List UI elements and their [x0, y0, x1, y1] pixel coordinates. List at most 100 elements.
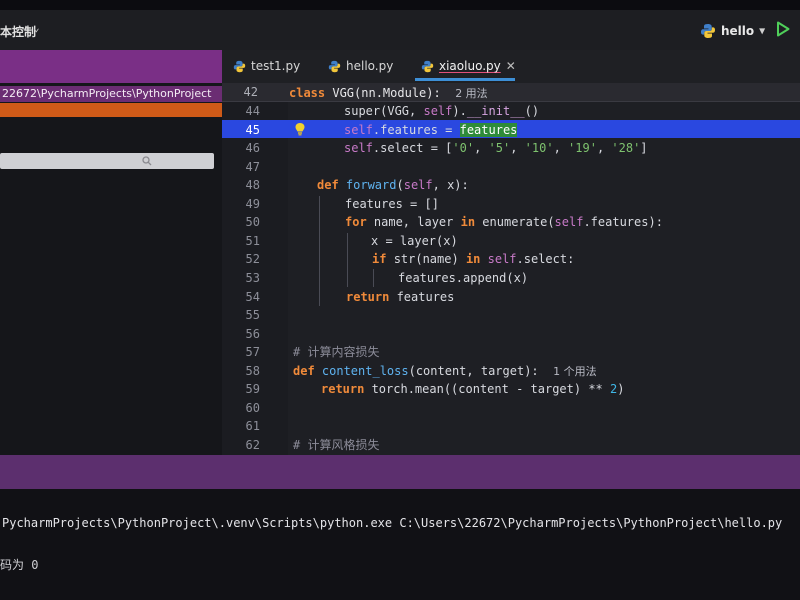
line-number[interactable]: 54 [222, 288, 260, 306]
line-number[interactable]: 49 [222, 195, 260, 213]
code-token: self [423, 104, 453, 118]
code-token: str(name) [393, 252, 466, 267]
code-token: return [346, 289, 397, 304]
code-token: return [321, 382, 372, 397]
code-line[interactable]: super(VGG, self).__init__() [344, 102, 539, 120]
code-line[interactable]: features = [] [345, 195, 439, 213]
code-line[interactable]: # 计算风格损失 [293, 436, 379, 454]
line-number[interactable]: 50 [222, 213, 260, 231]
run-icon[interactable] [776, 21, 790, 37]
code-line[interactable]: return features [346, 288, 454, 306]
python-file-icon [233, 60, 246, 72]
chevron-down-icon[interactable]: ⌄ [33, 21, 40, 34]
code-token: name, layer [373, 215, 461, 230]
code-line[interactable]: features.append(x) [398, 269, 528, 287]
code-token: x = layer(x) [371, 233, 458, 248]
code-token: , [553, 141, 569, 156]
line-number[interactable]: 51 [222, 232, 260, 250]
code-token: # 计算内容损失 [293, 345, 380, 360]
code-token: ) [617, 382, 625, 397]
code-token: VGG(nn.Module): [332, 86, 441, 100]
code-line[interactable]: def content_loss(content, target): 1 个用法 [293, 362, 597, 380]
indent-guide [373, 269, 374, 287]
code-token: .features = [372, 122, 460, 137]
line-number[interactable]: 60 [222, 399, 260, 417]
code-token: self [487, 252, 517, 267]
code-token: if [372, 252, 394, 267]
code-token: '5' [488, 141, 511, 156]
code-token: '0' [452, 141, 475, 156]
project-path: 22672\PycharmProjects\PythonProject [2, 87, 212, 100]
code-token: features [459, 122, 518, 137]
line-number[interactable]: 58 [222, 362, 260, 380]
code-line[interactable]: self.features = features [344, 121, 518, 139]
code-line[interactable]: self.select = ['0', '5', '10', '19', '28… [344, 139, 648, 157]
run-config-selector[interactable]: hello ▼ [700, 20, 765, 42]
code-line[interactable]: def forward(self, x): [317, 176, 469, 194]
line-number[interactable]: 53 [222, 269, 260, 287]
line-number[interactable]: 57 [222, 343, 260, 361]
line-number[interactable]: 59 [222, 380, 260, 398]
line-number[interactable]: 56 [222, 325, 260, 343]
tab-label: test1.py [251, 59, 301, 73]
code-line[interactable]: return torch.mean((content - target) ** … [321, 380, 624, 398]
project-search-input[interactable] [0, 153, 214, 169]
code-token: forward [345, 178, 397, 193]
code-token: '28' [611, 141, 641, 156]
code-token: ( [396, 178, 404, 193]
line-number[interactable]: 52 [222, 250, 260, 268]
code-line[interactable]: # 计算内容损失 [293, 343, 379, 361]
code-token: self [344, 122, 373, 137]
code-token: self [554, 215, 584, 230]
tab-test1[interactable]: test1.py [233, 57, 300, 75]
code-token: ] [640, 141, 648, 156]
code-token: # 计算风格损失 [293, 437, 380, 452]
sticky-class-line: class VGG(nn.Module): 2 用法 [289, 85, 488, 101]
line-number[interactable]: 48 [222, 176, 260, 194]
indent-guide [319, 196, 320, 306]
code-token: for [345, 215, 374, 230]
python-file-icon [328, 60, 341, 72]
code-token: super(VGG, [344, 104, 424, 118]
code-token: .features): [583, 215, 663, 230]
code-token: , [596, 141, 612, 156]
code-token: content_loss [321, 363, 409, 378]
code-line[interactable]: if str(name) in self.select: [372, 250, 574, 268]
usage-hint[interactable]: 2 用法 [455, 87, 488, 100]
console-exit-code: 码为 0 [0, 558, 39, 572]
project-panel-header [0, 50, 222, 83]
code-token: , [474, 141, 489, 156]
code-line[interactable]: x = layer(x) [371, 232, 458, 250]
code-token: torch.mean((content - target) ** [371, 382, 610, 397]
selected-tree-row[interactable] [0, 103, 222, 117]
active-tab-indicator [415, 78, 515, 81]
code-token: in [465, 252, 488, 267]
line-number[interactable]: 46 [222, 139, 260, 157]
tab-hello[interactable]: hello.py [328, 57, 393, 75]
code-token: enumerate( [482, 215, 555, 230]
tab-xiaoluo[interactable]: xiaoluo.py ✕ [421, 57, 516, 75]
code-token: def [293, 363, 322, 378]
code-token: ). [452, 104, 467, 118]
run-console[interactable] [0, 489, 800, 600]
code-line[interactable]: for name, layer in enumerate(self.featur… [345, 213, 663, 231]
line-number[interactable]: 55 [222, 306, 260, 324]
code-token: '19' [568, 141, 597, 156]
panel-separator [0, 455, 800, 489]
usage-hint[interactable]: 1 个用法 [553, 365, 597, 378]
code-token: , x): [432, 178, 469, 193]
code-token: __init__ [466, 104, 525, 118]
run-config-name: hello [721, 24, 755, 38]
line-number[interactable]: 47 [222, 158, 260, 176]
python-icon [701, 24, 715, 38]
title-bar [0, 10, 800, 50]
line-number[interactable]: 45 [222, 121, 260, 139]
line-number[interactable]: 61 [222, 417, 260, 435]
line-number[interactable]: 62 [222, 436, 260, 454]
chevron-down-icon: ▼ [759, 25, 766, 37]
line-number[interactable]: 44 [222, 102, 260, 120]
vcs-menu-label[interactable]: 本控制 [0, 23, 36, 40]
console-command-line: PycharmProjects\PythonProject\.venv\Scri… [2, 516, 783, 530]
lightbulb-icon[interactable] [294, 122, 306, 136]
close-icon[interactable]: ✕ [506, 59, 516, 73]
